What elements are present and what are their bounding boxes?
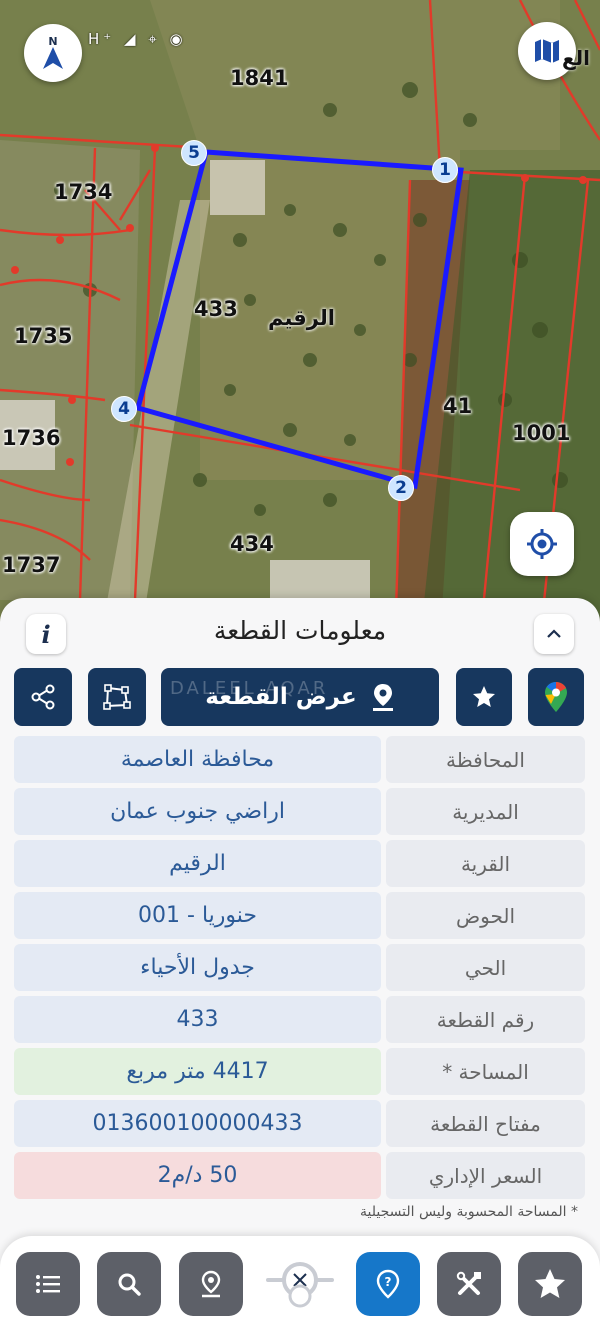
table-row: محافظة العاصمة المحافظة <box>14 736 585 783</box>
directorate-value: اراضي جنوب عمان <box>14 788 381 835</box>
parcel-number-value: 433 <box>14 996 381 1043</box>
parcel-key-value: 013600100000433 <box>14 1100 381 1147</box>
parcel-label-1735[interactable]: 1735 <box>14 324 72 348</box>
parcel-details-table: محافظة العاصمة المحافظة اراضي جنوب عمان … <box>14 736 585 1204</box>
parcel-label-434[interactable]: 434 <box>230 532 274 556</box>
my-location-button[interactable] <box>510 512 574 576</box>
collapse-button[interactable] <box>534 614 574 654</box>
crosshair-icon <box>266 1262 334 1308</box>
show-parcel-button[interactable]: عرض القطعة <box>161 668 439 726</box>
district-value: جدول الأحياء <box>14 944 381 991</box>
svg-text:?: ? <box>385 1275 392 1289</box>
sheet-header: i معلومات القطعة <box>0 608 600 658</box>
status-icons: H⁺ ◢ ⌖ ◉ <box>88 30 187 48</box>
search-button[interactable] <box>97 1252 161 1316</box>
map-view[interactable]: H⁺ ◢ ⌖ ◉ N الع 1841 1734 433 1735 1736 4… <box>0 0 600 640</box>
google-maps-button[interactable] <box>528 668 584 726</box>
governorate-label: المحافظة <box>386 736 585 783</box>
star-icon <box>535 1269 565 1298</box>
parcel-info-sheet: i معلومات القطعة عرض القطعة DALEEL AQAR … <box>0 598 600 1332</box>
district-label: الحي <box>386 944 585 991</box>
basin-value: حنوريا - 001 <box>14 892 381 939</box>
tools-icon <box>456 1271 481 1295</box>
location-button[interactable] <box>179 1252 243 1316</box>
table-row: اراضي جنوب عمان المديرية <box>14 788 585 835</box>
location-pin-icon <box>201 1270 221 1298</box>
vertex-marker-4[interactable]: 4 <box>111 396 137 422</box>
map-icon <box>535 39 559 63</box>
compass-letter: N <box>48 35 57 48</box>
share-icon <box>31 684 55 710</box>
vertex-marker-2[interactable]: 2 <box>388 475 414 501</box>
village-label-cell: القرية <box>386 840 585 887</box>
google-maps-icon <box>545 682 567 712</box>
parcel-label-41[interactable]: 41 <box>443 394 472 418</box>
parcel-number-label: رقم القطعة <box>386 996 585 1043</box>
share-button[interactable] <box>14 668 72 726</box>
show-parcel-label: عرض القطعة <box>205 684 357 710</box>
area-label: المساحة * <box>386 1048 585 1095</box>
village-label: الرقيم <box>268 306 335 330</box>
parcel-label-1841[interactable]: 1841 <box>230 66 288 90</box>
favorite-button[interactable] <box>456 668 512 726</box>
table-row: 50 د/م2 السعر الإداري <box>14 1152 585 1199</box>
directorate-label: المديرية <box>386 788 585 835</box>
village-value: الرقيم <box>14 840 381 887</box>
admin-price-label: السعر الإداري <box>386 1152 585 1199</box>
polygon-icon <box>103 684 131 710</box>
governorate-value: محافظة العاصمة <box>14 736 381 783</box>
action-row: عرض القطعة <box>0 668 600 726</box>
search-icon <box>118 1273 141 1296</box>
parcel-key-label: مفتاح القطعة <box>386 1100 585 1147</box>
parcel-label-1736[interactable]: 1736 <box>2 426 60 450</box>
tools-button[interactable] <box>437 1252 501 1316</box>
help-pin-icon: ? <box>376 1269 400 1299</box>
table-row: 013600100000433 مفتاح القطعة <box>14 1100 585 1147</box>
star-icon <box>473 686 495 707</box>
location-pin-icon <box>372 684 393 711</box>
table-row: جدول الأحياء الحي <box>14 944 585 991</box>
bottom-navigation: ? <box>0 1236 600 1332</box>
crosshair-icon <box>527 529 557 559</box>
vertex-marker-5[interactable]: 5 <box>181 140 207 166</box>
basin-label: الحوض <box>386 892 585 939</box>
table-row: حنوريا - 001 الحوض <box>14 892 585 939</box>
vertex-marker-1[interactable]: 1 <box>432 157 458 183</box>
polygon-button[interactable] <box>88 668 146 726</box>
table-row: الرقيم القرية <box>14 840 585 887</box>
area-footnote: * المساحة المحسوبة وليس التسجيلية <box>360 1204 578 1220</box>
help-button[interactable]: ? <box>356 1252 420 1316</box>
parcel-label-1737[interactable]: 1737 <box>2 553 60 577</box>
table-row: 433 رقم القطعة <box>14 996 585 1043</box>
favorites-button[interactable] <box>518 1252 582 1316</box>
area-value: 4417 متر مربع <box>14 1048 381 1095</box>
chevron-up-icon <box>547 629 561 638</box>
compass-button[interactable]: N <box>24 24 82 82</box>
center-crosshair-button[interactable] <box>266 1258 334 1310</box>
map-edge-text: الع <box>562 46 591 70</box>
parcel-label-433[interactable]: 433 <box>194 297 238 321</box>
list-icon <box>36 1275 60 1293</box>
sheet-title: معلومات القطعة <box>213 616 387 645</box>
compass-icon: N <box>43 35 63 69</box>
menu-button[interactable] <box>16 1252 80 1316</box>
table-row: 4417 متر مربع المساحة * <box>14 1048 585 1095</box>
parcel-label-1001[interactable]: 1001 <box>512 421 570 445</box>
parcel-label-1734[interactable]: 1734 <box>54 180 112 204</box>
admin-price-value: 50 د/م2 <box>14 1152 381 1199</box>
